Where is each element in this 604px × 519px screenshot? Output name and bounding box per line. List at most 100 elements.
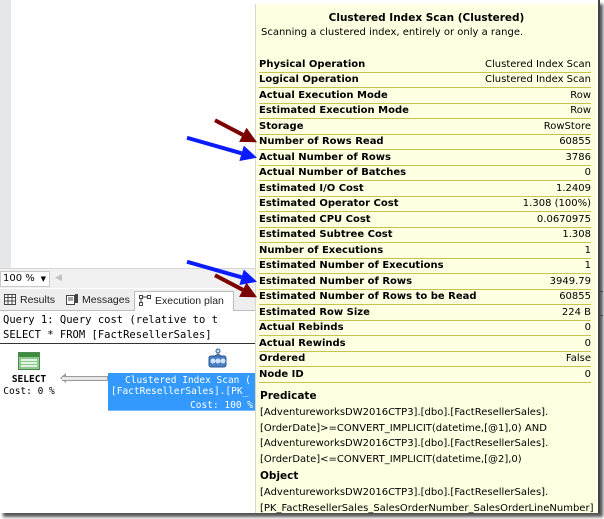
property-row: Actual Number of Rows 3786 — [259, 150, 591, 166]
property-value: Clustered Index Scan — [485, 58, 591, 70]
property-value: 1 — [584, 244, 591, 256]
property-value: 60855 — [559, 136, 591, 148]
property-key: Actual Rebinds — [259, 322, 344, 334]
zoom-bar: 100 % ▼ ◀ — [0, 268, 256, 288]
property-key: Estimated Number of Rows — [259, 275, 413, 287]
execution-plan-icon — [139, 295, 151, 306]
tooltip-title: Clustered Index Scan (Clustered) — [328, 12, 525, 24]
object-text: [AdventureworksDW2016CTP3].[dbo].[FactRe… — [260, 487, 594, 514]
tab-results-label: Results — [20, 294, 56, 306]
property-key: Ordered — [259, 353, 306, 365]
property-value: 1.2409 — [556, 182, 591, 194]
property-value: 1.308 (100%) — [522, 198, 591, 210]
query-sql-line: SELECT * FROM [FactResellerSales] — [3, 329, 212, 341]
tab-messages-label: Messages — [82, 294, 130, 306]
property-key: Number of Rows Read — [259, 136, 384, 148]
property-key: Actual Number of Rows — [259, 151, 391, 163]
property-key: Actual Rewinds — [259, 337, 346, 349]
property-row: Estimated Number of Rows 3949.79 — [259, 274, 591, 290]
property-row: Estimated Number of Rows to be Read 60855 — [259, 290, 591, 305]
property-value: 1.308 — [562, 229, 591, 241]
grid-icon — [4, 294, 16, 305]
property-row: Actual Rebinds 0 — [259, 321, 591, 336]
property-key: Estimated I/O Cost — [259, 182, 364, 194]
property-row: Estimated Number of Executions 1 — [259, 259, 591, 274]
border-tick — [598, 291, 603, 292]
tooltip-description: Scanning a clustered index, entirely or … — [261, 27, 524, 38]
property-value: 224 B — [561, 306, 591, 318]
object-heading: Object — [260, 470, 299, 482]
tab-execution-plan-label: Execution plan — [155, 295, 224, 307]
property-key: Logical Operation — [259, 74, 359, 86]
data-flow-arrow — [62, 376, 108, 381]
property-row: Number of Rows Read 60855 — [259, 135, 591, 150]
property-key: Estimated Subtree Cost — [259, 229, 393, 241]
property-row: Actual Number of Batches 0 — [259, 166, 591, 181]
property-value: 0 — [584, 337, 591, 349]
clustered-index-scan-node[interactable]: Clustered Index Scan ( [FactResellerSale… — [108, 373, 256, 411]
property-row: Estimated Subtree Cost 1.308 — [259, 228, 591, 243]
select-node-label: SELECT — [11, 374, 47, 385]
scroll-left-icon[interactable]: ◀ — [55, 273, 62, 283]
property-value: 3786 — [565, 151, 591, 163]
property-value: 0 — [584, 167, 591, 179]
property-key: Number of Executions — [259, 244, 384, 256]
property-row: Estimated CPU Cost 0.0670975 — [259, 212, 591, 228]
messages-icon — [66, 294, 78, 305]
results-tabs: Results Messages Execution plan — [0, 289, 256, 311]
select-node-cost: Cost: 0 % — [3, 386, 55, 397]
property-key: Actual Execution Mode — [259, 89, 388, 101]
property-row: Ordered False — [259, 352, 591, 367]
scan-node-title: Clustered Index Scan ( — [125, 375, 251, 386]
predicate-heading: Predicate — [260, 390, 317, 402]
property-value: RowStore — [543, 120, 591, 132]
window-border — [598, 0, 600, 513]
zoom-dropdown[interactable]: 100 % ▼ — [0, 271, 50, 287]
property-value: Row — [570, 105, 591, 117]
tab-execution-plan[interactable]: Execution plan — [134, 291, 234, 311]
property-value: 3949.79 — [549, 275, 591, 287]
property-value: 1 — [584, 260, 591, 272]
editor-gutter — [0, 0, 11, 268]
select-table-icon — [18, 352, 40, 370]
property-row: Physical Operation Clustered Index Scan — [259, 57, 591, 73]
divider — [0, 343, 256, 344]
clustered-index-scan-icon — [208, 348, 227, 368]
property-value: 60855 — [559, 291, 591, 303]
property-value: 0.0670975 — [536, 213, 591, 225]
property-key: Estimated Execution Mode — [259, 105, 409, 117]
property-row: Estimated Execution Mode Row — [259, 104, 591, 119]
select-operator-node[interactable]: SELECT Cost: 0 % — [3, 352, 55, 398]
tab-messages[interactable]: Messages — [62, 291, 134, 311]
property-key: Estimated CPU Cost — [259, 213, 371, 225]
query-cost-line: Query 1: Query cost (relative to t — [3, 314, 218, 326]
property-row: Estimated I/O Cost 1.2409 — [259, 181, 591, 197]
property-value: Row — [570, 89, 591, 101]
property-key: Estimated Number of Executions — [259, 260, 444, 272]
tab-results[interactable]: Results — [0, 291, 58, 311]
border-tick — [598, 315, 603, 316]
property-key: Node ID — [259, 368, 304, 380]
property-key: Estimated Number of Rows to be Read — [259, 291, 477, 303]
predicate-text: [AdventureworksDW2016CTP3].[dbo].[FactRe… — [260, 407, 549, 465]
property-row: Logical Operation Clustered Index Scan — [259, 73, 591, 88]
property-row: Node ID 0 — [259, 367, 591, 383]
scan-node-object: [FactResellerSales].[PK_ — [111, 386, 249, 397]
property-row: Estimated Row Size 224 B — [259, 305, 591, 321]
property-row: Storage RowStore — [259, 119, 591, 135]
query-header: Query 1: Query cost (relative to t SELECT… — [3, 313, 256, 343]
ssms-window: 100 % ▼ ◀ Results Messages Execution pla… — [0, 0, 603, 514]
scan-node-cost: Cost: 100 % — [190, 400, 253, 411]
property-key: Storage — [259, 120, 304, 132]
property-value: Clustered Index Scan — [485, 74, 591, 86]
property-value: 0 — [584, 322, 591, 334]
property-row: Estimated Operator Cost 1.308 (100%) — [259, 197, 591, 212]
property-key: Actual Number of Batches — [259, 167, 407, 179]
property-row: Actual Rewinds 0 — [259, 336, 591, 352]
zoom-value: 100 % — [3, 273, 35, 284]
query-editor[interactable] — [11, 0, 256, 268]
property-value: False — [565, 353, 591, 365]
property-row: Number of Executions 1 — [259, 243, 591, 259]
property-row: Actual Execution Mode Row — [259, 88, 591, 104]
property-key: Physical Operation — [259, 58, 366, 70]
